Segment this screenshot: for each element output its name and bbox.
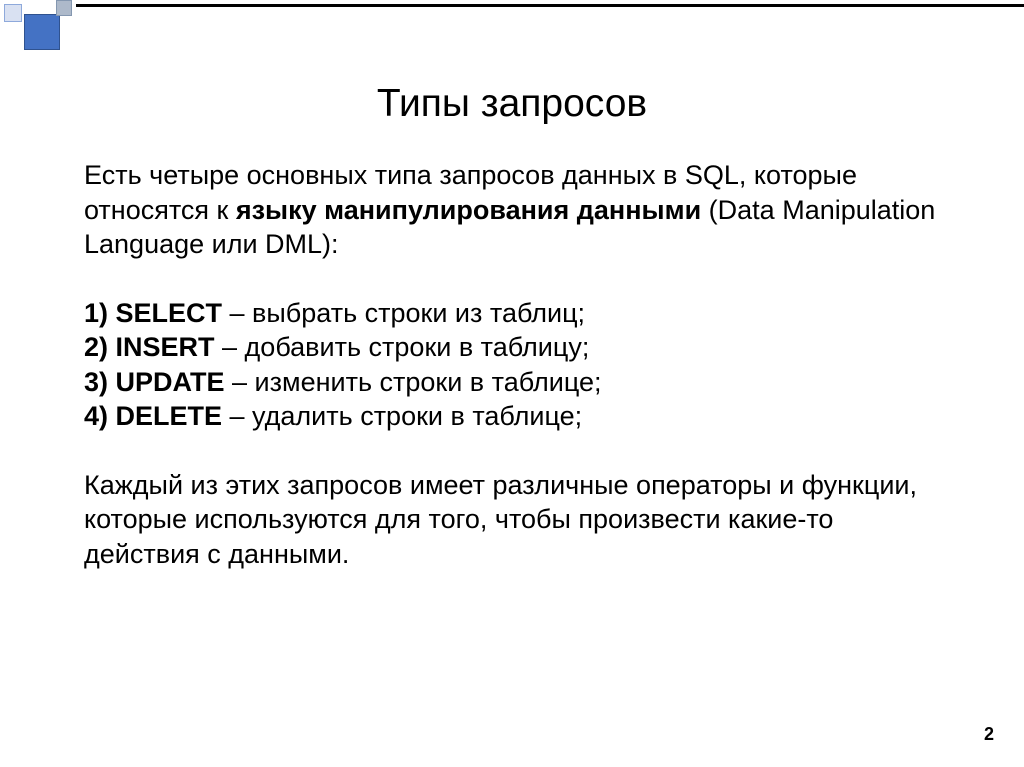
item-description: – добавить строки в таблицу; bbox=[215, 332, 590, 362]
square-icon bbox=[24, 14, 60, 50]
list-item: 3) UPDATE – изменить строки в таблице; bbox=[84, 365, 940, 400]
corner-decoration bbox=[0, 0, 76, 56]
item-number: 2) bbox=[84, 332, 116, 362]
item-description: – удалить строки в таблице; bbox=[222, 401, 582, 431]
square-icon bbox=[4, 4, 22, 22]
page-number: 2 bbox=[984, 724, 994, 745]
intro-paragraph: Есть четыре основных типа запросов данны… bbox=[84, 158, 940, 262]
slide-content: Есть четыре основных типа запросов данны… bbox=[84, 158, 940, 571]
intro-bold: языку манипулирования данными bbox=[236, 195, 701, 225]
item-number: 3) bbox=[84, 367, 116, 397]
command-list: 1) SELECT – выбрать строки из таблиц; 2)… bbox=[84, 296, 940, 434]
item-command: UPDATE bbox=[116, 367, 225, 397]
slide-title: Типы запросов bbox=[0, 82, 1024, 126]
item-number: 1) bbox=[84, 298, 116, 328]
list-item: 2) INSERT – добавить строки в таблицу; bbox=[84, 330, 940, 365]
outro-paragraph: Каждый из этих запросов имеет различные … bbox=[84, 468, 940, 572]
item-number: 4) bbox=[84, 401, 116, 431]
item-command: INSERT bbox=[116, 332, 215, 362]
item-description: – выбрать строки из таблиц; bbox=[222, 298, 585, 328]
slide-container: Типы запросов Есть четыре основных типа … bbox=[0, 0, 1024, 767]
square-icon bbox=[56, 0, 72, 16]
item-command: DELETE bbox=[116, 401, 223, 431]
list-item: 1) SELECT – выбрать строки из таблиц; bbox=[84, 296, 940, 331]
list-item: 4) DELETE – удалить строки в таблице; bbox=[84, 399, 940, 434]
top-divider bbox=[76, 4, 1024, 7]
item-command: SELECT bbox=[116, 298, 223, 328]
item-description: – изменить строки в таблице; bbox=[225, 367, 602, 397]
